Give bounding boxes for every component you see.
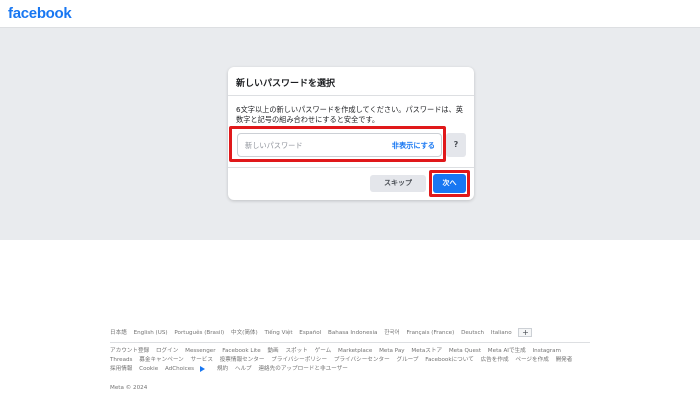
footer-link[interactable]: 募金キャンペーン [139, 357, 183, 363]
new-password-input[interactable] [238, 134, 378, 156]
footer-link[interactable]: Messenger [185, 348, 215, 354]
card-divider-top [228, 95, 474, 96]
copyright: Meta © 2024 [110, 385, 148, 391]
footer-link[interactable]: Metaストア [411, 348, 442, 354]
password-field-wrapper: 非表示にする [237, 133, 442, 157]
adchoices-link[interactable]: AdChoices [164, 365, 210, 372]
footer-divider [110, 342, 590, 343]
adchoices-icon [200, 365, 206, 372]
language-item[interactable]: 한국어 [384, 330, 399, 336]
card-divider-bottom [228, 167, 474, 168]
footer-link[interactable]: ページを作成 [515, 357, 548, 363]
language-item[interactable]: Deutsch [461, 330, 484, 336]
footer-link[interactable]: 動画 [267, 348, 278, 354]
footer-link[interactable]: サービス [191, 357, 213, 363]
footer-link[interactable]: 採用情報 [110, 366, 132, 372]
card-title: 新しいパスワードを選択 [236, 79, 336, 89]
footer-link[interactable]: プライバシーポリシー [271, 357, 327, 363]
language-item[interactable]: Italiano [491, 330, 512, 336]
footer-link[interactable]: 規約 [217, 366, 228, 372]
footer-link[interactable]: 広告を作成 [481, 357, 509, 363]
language-item[interactable]: Français (France) [406, 330, 454, 336]
footer-link[interactable]: ログイン [156, 348, 178, 354]
language-item[interactable]: Português (Brasil) [174, 330, 224, 336]
footer-link[interactable]: Instagram [533, 348, 561, 354]
footer-link[interactable]: Cookie [139, 366, 158, 372]
footer-link[interactable]: プライバシーセンター [334, 357, 390, 363]
footer-link[interactable]: 連絡先のアップロードと非ユーザー [258, 366, 347, 372]
language-item[interactable]: 中文(简体) [231, 330, 258, 336]
skip-button[interactable]: スキップ [370, 175, 426, 192]
password-help-button[interactable]: ? [446, 133, 466, 157]
footer-link[interactable]: Meta Pay [379, 348, 405, 354]
footer-link[interactable]: Facebookについて [425, 357, 474, 363]
footer-link[interactable]: Facebook Lite [222, 348, 260, 354]
language-list: 日本語 English (US) Português (Brasil) 中文(简… [110, 328, 537, 337]
card-description: 6文字以上の新しいパスワードを作成してください。パスワードは、英数字と記号の組み… [236, 105, 463, 124]
adchoices-label: AdChoices [164, 366, 195, 372]
footer-link[interactable]: アカウント登録 [110, 348, 149, 354]
language-item[interactable]: Español [299, 330, 321, 336]
footer-link[interactable]: Threads [110, 357, 132, 363]
footer-link[interactable]: Meta AIで生成 [488, 348, 526, 354]
footer-link[interactable]: ゲーム [315, 348, 332, 354]
footer-link[interactable]: グループ [396, 357, 418, 363]
hide-password-link[interactable]: 非表示にする [392, 141, 435, 151]
language-item[interactable]: Bahasa Indonesia [328, 330, 377, 336]
footer-link[interactable]: 開発者 [556, 357, 573, 363]
footer-link[interactable]: ヘルプ [235, 366, 252, 372]
more-languages-button[interactable]: + [518, 328, 533, 337]
language-item[interactable]: English (US) [134, 330, 168, 336]
language-item[interactable]: 日本語 [110, 330, 127, 336]
footer-link[interactable]: スポット [285, 348, 307, 354]
next-button[interactable]: 次へ [433, 174, 466, 193]
language-item[interactable]: Tiếng Việt [265, 330, 293, 336]
footer-link[interactable]: 投票情報センター [220, 357, 265, 363]
footer-link[interactable]: Meta Quest [449, 348, 481, 354]
facebook-logo[interactable]: facebook [8, 5, 72, 22]
footer-link[interactable]: Marketplace [338, 348, 372, 354]
top-bar: facebook [0, 0, 700, 28]
footer-links: アカウント登録 ログイン Messenger Facebook Lite 動画 … [110, 347, 590, 374]
